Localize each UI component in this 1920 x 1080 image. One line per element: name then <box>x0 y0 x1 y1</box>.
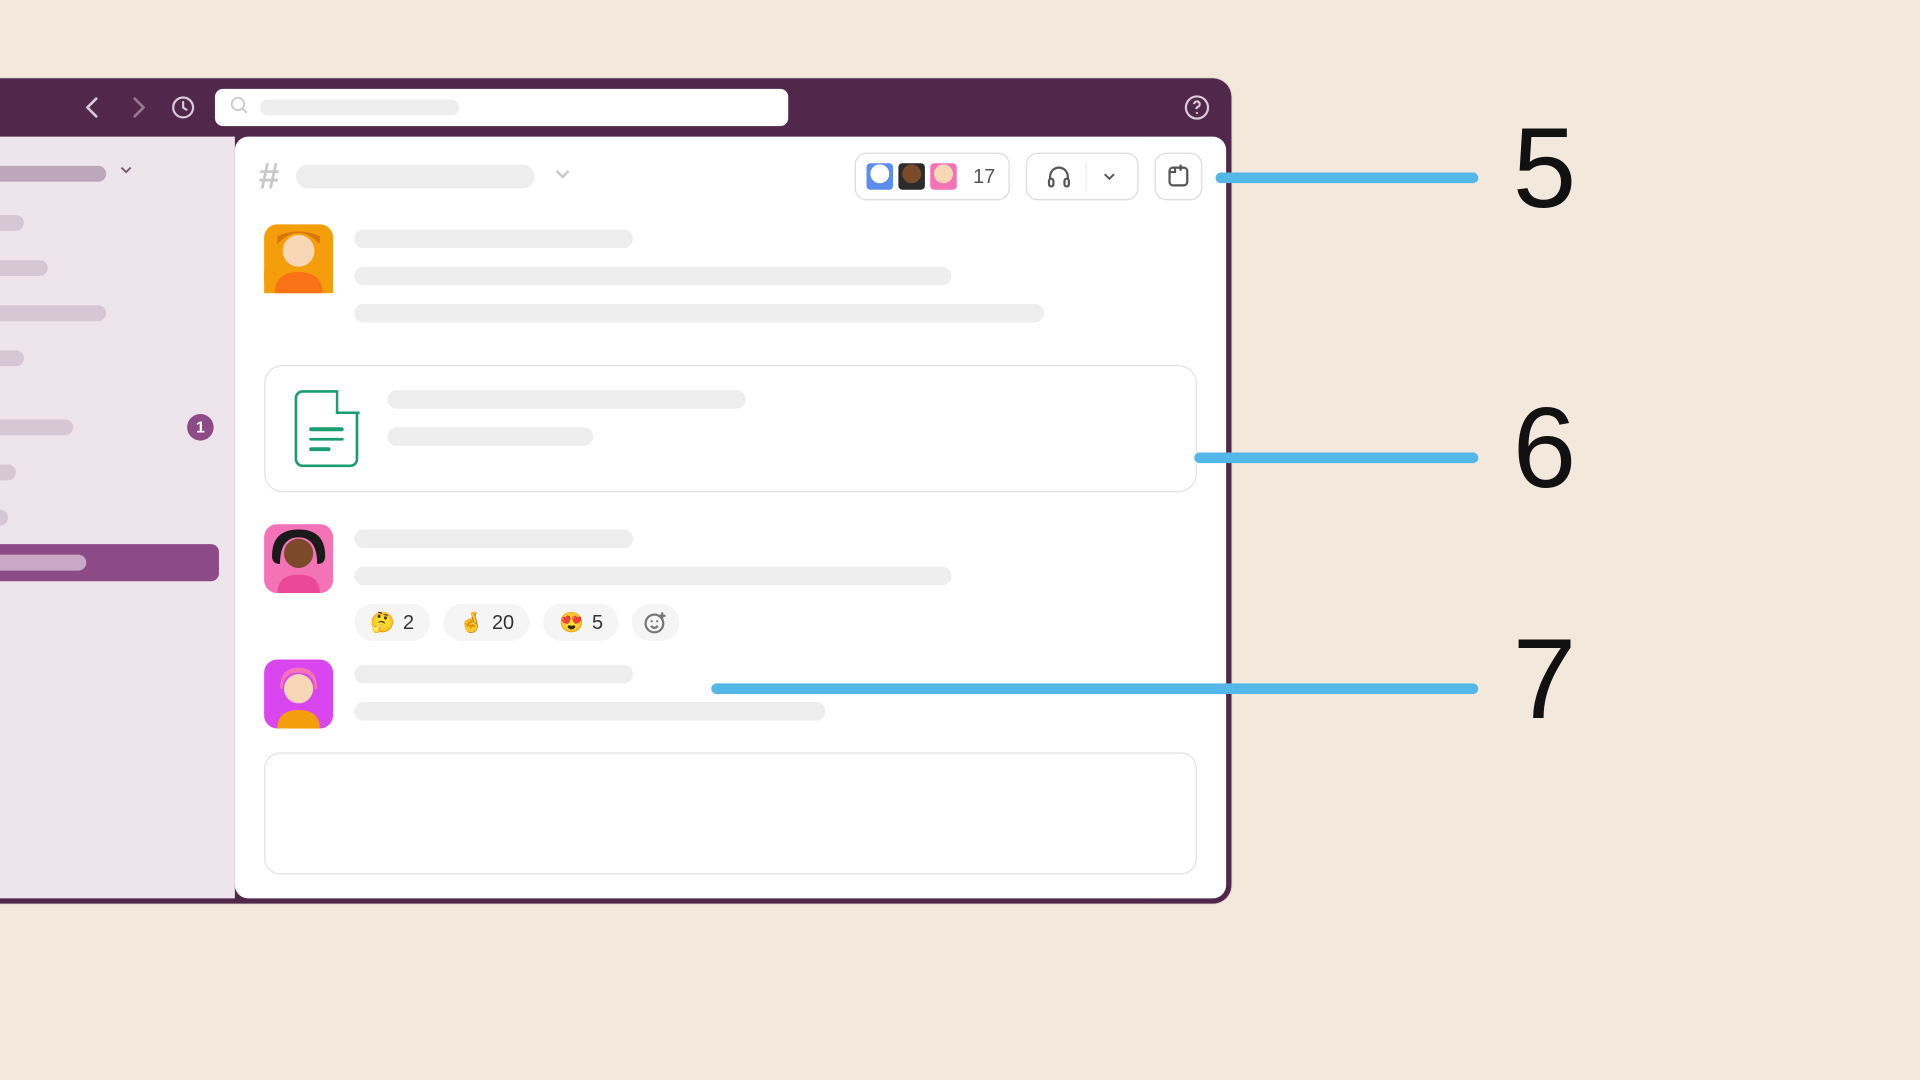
search-placeholder <box>260 100 459 116</box>
message[interactable] <box>264 224 1197 341</box>
app-window: 1 # <box>0 78 1231 903</box>
document-icon <box>295 390 359 467</box>
search-input[interactable] <box>215 89 788 126</box>
avatar <box>264 524 333 593</box>
callout-line-7 <box>711 683 1478 694</box>
sidebar-item-unread[interactable]: 1 <box>0 409 235 446</box>
avatar <box>264 660 333 729</box>
chevron-down-icon[interactable] <box>1089 167 1129 186</box>
huddle-button[interactable] <box>1026 153 1139 201</box>
reaction-count: 20 <box>492 611 514 634</box>
nav-back-button[interactable] <box>77 92 109 124</box>
chevron-down-icon[interactable] <box>550 161 574 192</box>
channel-pane: # 17 <box>235 137 1226 899</box>
member-count: 17 <box>973 165 995 188</box>
emoji-crossed-fingers-icon: 🤞 <box>459 610 484 634</box>
callout-number-6: 6 <box>1513 384 1576 515</box>
channel-header: # 17 <box>235 137 1226 217</box>
help-button[interactable] <box>1181 92 1213 124</box>
sidebar-item[interactable] <box>0 295 235 332</box>
avatar <box>264 224 333 293</box>
sidebar-item[interactable] <box>0 340 235 377</box>
search-icon <box>228 94 249 122</box>
reaction[interactable]: 😍 5 <box>543 604 619 641</box>
canvas-button[interactable] <box>1154 153 1202 201</box>
member-avatar <box>928 161 960 193</box>
canvas-attachment[interactable] <box>264 365 1197 492</box>
top-bar <box>0 78 1231 136</box>
message[interactable]: 🤔 2 🤞 20 😍 5 <box>264 524 1197 641</box>
history-button[interactable] <box>167 92 199 124</box>
callout-number-5: 5 <box>1513 104 1576 235</box>
channel-hash-icon: # <box>259 155 280 197</box>
message-list: 🤔 2 🤞 20 😍 5 <box>235 216 1226 741</box>
reaction-bar: 🤔 2 🤞 20 😍 5 <box>354 604 1197 641</box>
chevron-down-icon <box>117 161 136 186</box>
reaction-count: 2 <box>403 611 414 634</box>
nav-forward-button <box>122 92 154 124</box>
reaction[interactable]: 🤞 20 <box>443 604 530 641</box>
callout-line-5 <box>1216 173 1479 184</box>
message-composer[interactable] <box>264 752 1197 874</box>
unread-badge: 1 <box>187 414 214 441</box>
sidebar-item[interactable] <box>0 499 235 536</box>
member-avatar <box>864 161 896 193</box>
sidebar-item[interactable] <box>0 249 235 286</box>
member-list-button[interactable]: 17 <box>855 153 1010 201</box>
emoji-heart-eyes-icon: 😍 <box>559 610 584 634</box>
app-body: 1 # <box>0 137 1231 899</box>
add-reaction-button[interactable] <box>632 604 680 641</box>
member-avatar <box>896 161 928 193</box>
sidebar-item[interactable] <box>0 454 235 491</box>
sidebar: 1 <box>0 137 235 899</box>
callout-number-7: 7 <box>1513 614 1576 745</box>
reaction-count: 5 <box>592 611 603 634</box>
sidebar-item[interactable] <box>0 204 235 241</box>
headphones-icon <box>1035 163 1083 190</box>
callout-line-6 <box>1194 453 1478 464</box>
channel-name[interactable] <box>295 165 534 189</box>
emoji-thinking-icon: 🤔 <box>370 610 395 634</box>
sidebar-item-active[interactable] <box>0 544 219 581</box>
workspace-switcher[interactable] <box>0 155 235 204</box>
reaction[interactable]: 🤔 2 <box>354 604 430 641</box>
